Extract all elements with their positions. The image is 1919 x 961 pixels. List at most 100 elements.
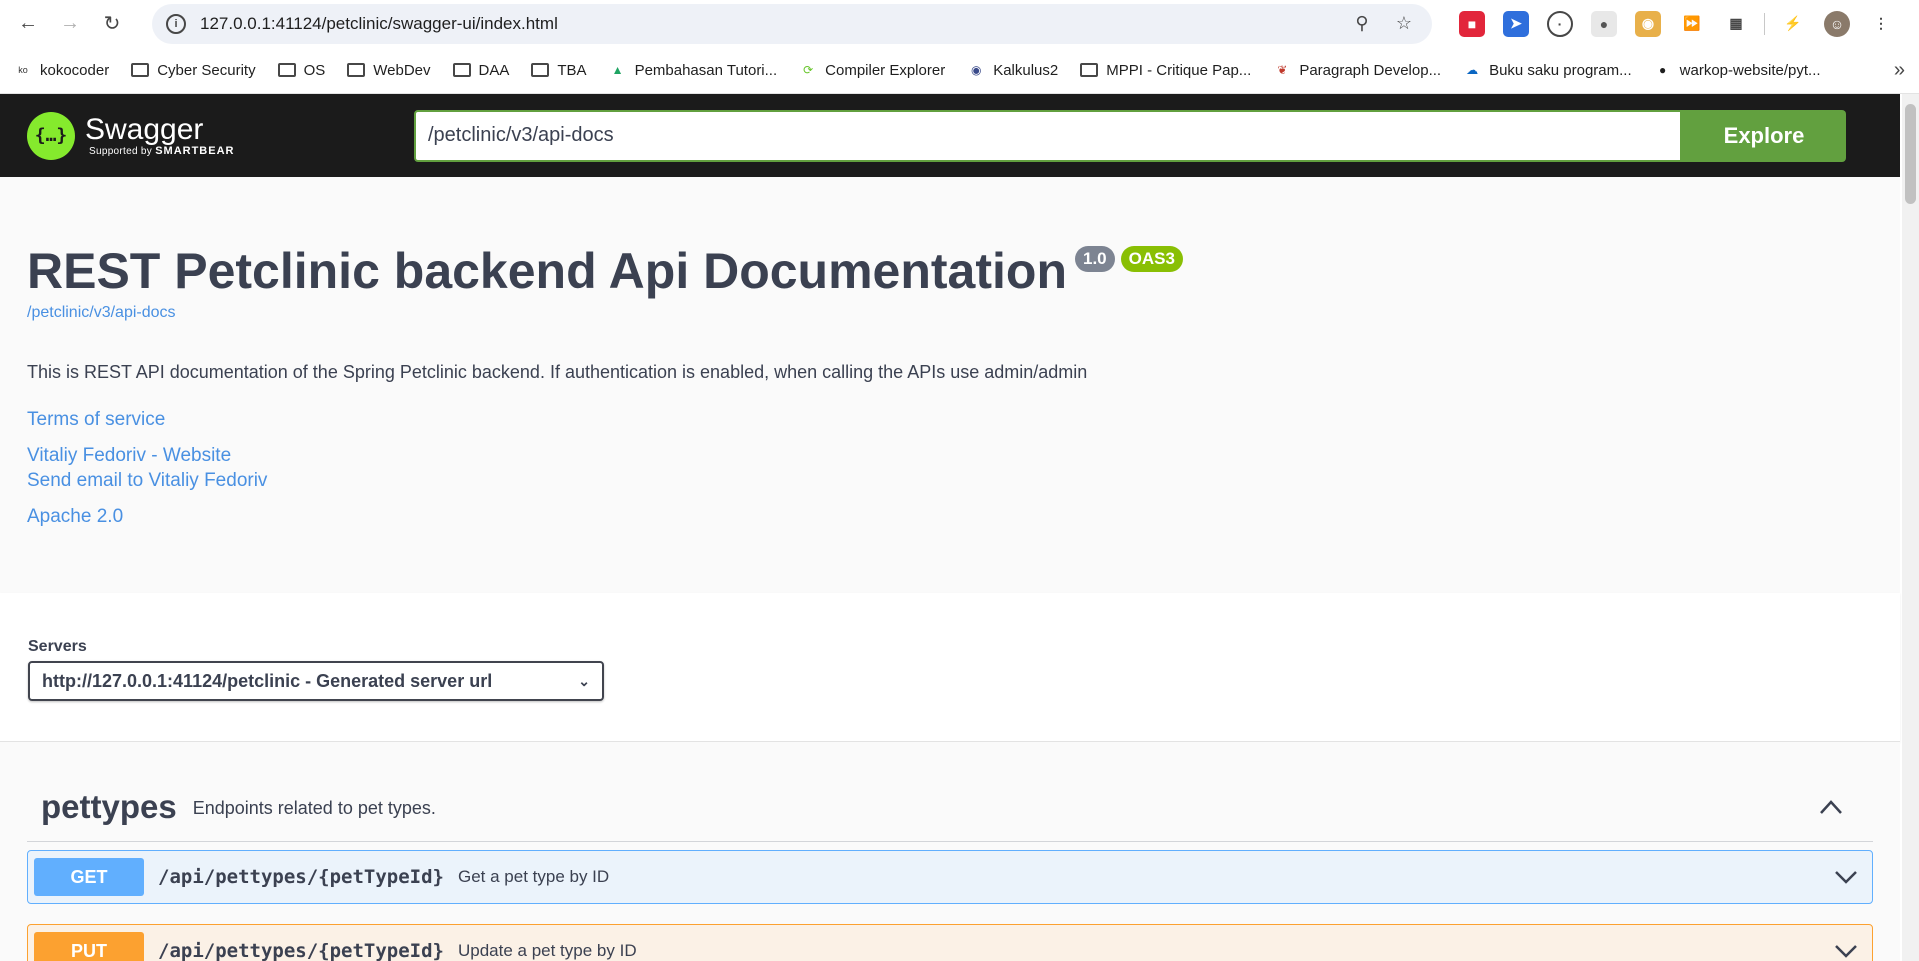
cloud-icon: ☁ bbox=[1466, 63, 1479, 77]
chevron-up-icon[interactable] bbox=[1817, 793, 1845, 821]
swagger-page: {…} Swagger Supported by SMARTBEAR /petc… bbox=[0, 94, 1900, 961]
terms-of-service-link[interactable]: Terms of service bbox=[27, 409, 1873, 431]
explore-form: /petclinic/v3/api-docs Explore bbox=[414, 109, 1846, 162]
star-icon[interactable]: ☆ bbox=[1390, 13, 1418, 34]
folder-icon bbox=[131, 62, 150, 78]
bookmarks-bar: ko kokocoder Cyber Security OS WebDev DAA TBA ▲… bbox=[0, 47, 1919, 94]
opblock-put[interactable]: PUT/api/pettypes/{petTypeId} Update a pet… bbox=[27, 924, 1873, 961]
performance-icon[interactable]: ⚡ bbox=[1780, 10, 1806, 37]
menu-kebab-icon[interactable]: ⋮ bbox=[1868, 10, 1894, 37]
folder-icon bbox=[531, 62, 550, 78]
page-title: REST Petclinic backend Api Documentation bbox=[27, 243, 1067, 299]
api-description: This is REST API documentation of the Sp… bbox=[27, 362, 1088, 382]
bookmark-label: Cyber Security bbox=[157, 61, 256, 79]
bookmark-label: TBA bbox=[557, 61, 587, 79]
bookmark-label: OS bbox=[303, 61, 326, 79]
folder-icon bbox=[1080, 62, 1099, 78]
bookmark-item[interactable]: Cyber Security bbox=[131, 61, 256, 79]
bookmark-item[interactable]: TBA bbox=[531, 61, 587, 79]
more-bookmarks-icon[interactable]: » bbox=[1894, 59, 1905, 82]
servers-select[interactable]: http://127.0.0.1:41124/petclinic - Gener… bbox=[28, 661, 604, 701]
extension-red-icon[interactable]: ■ bbox=[1459, 10, 1485, 37]
address-bar[interactable]: i 127.0.0.1:41124/petclinic/swagger-ui/i… bbox=[152, 3, 1432, 44]
scrollbar-thumb[interactable] bbox=[1905, 104, 1916, 204]
bookmark-label: warkop-website/pyt... bbox=[1679, 61, 1821, 79]
brand-sub-company: SMARTBEAR bbox=[155, 144, 235, 157]
opblock-get[interactable]: GET/api/pettypes/{petTypeId} Get a pet ty… bbox=[27, 850, 1873, 904]
forward-arrow-icon[interactable]: → bbox=[54, 8, 86, 40]
extension-arrow-icon[interactable]: ➤ bbox=[1503, 10, 1529, 37]
servers-section: Servers http://127.0.0.1:41124/petclinic… bbox=[0, 593, 1900, 742]
address-url[interactable]: 127.0.0.1:41124/petclinic/swagger-ui/ind… bbox=[200, 14, 1334, 34]
version-badge: 1.0 bbox=[1075, 246, 1115, 272]
bookmark-label: WebDev bbox=[373, 61, 431, 79]
bookmark-item[interactable]: OS bbox=[277, 61, 326, 79]
extension-doge-icon[interactable]: ◉ bbox=[1635, 10, 1661, 37]
bookmark-label: Pembahasan Tutori... bbox=[634, 61, 778, 79]
brand-sub-prefix: Supported by bbox=[89, 145, 153, 157]
chevron-down-icon: ⌄ bbox=[578, 672, 590, 689]
bookmark-item[interactable]: ko kokocoder bbox=[14, 62, 109, 79]
explore-button[interactable]: Explore bbox=[1682, 109, 1846, 162]
chevron-down-icon[interactable] bbox=[1832, 937, 1860, 961]
bookmark-item[interactable]: ▲ Pembahasan Tutori... bbox=[609, 62, 778, 79]
servers-label: Servers bbox=[28, 638, 87, 655]
site-info-icon[interactable]: i bbox=[166, 13, 186, 34]
swagger-brand: Swagger bbox=[85, 112, 204, 146]
bookmark-item[interactable]: ☁ Buku saku program... bbox=[1463, 62, 1632, 79]
folder-icon bbox=[452, 62, 471, 78]
swagger-logo-icon: {…} bbox=[27, 111, 75, 160]
browser-toolbar: ← → ↻ i 127.0.0.1:41124/petclinic/swagge… bbox=[0, 0, 1919, 47]
back-arrow-icon[interactable]: ← bbox=[12, 8, 44, 40]
chevron-down-icon[interactable] bbox=[1832, 863, 1860, 891]
toolbar-divider bbox=[1764, 12, 1765, 35]
api-docs-link[interactable]: /petclinic/v3/api-docs bbox=[27, 304, 176, 322]
tag-description: Endpoints related to pet types. bbox=[192, 798, 436, 818]
scrollbar[interactable] bbox=[1902, 94, 1919, 961]
contact-website-link[interactable]: Vitaliy Fedoriv - Website bbox=[27, 445, 1873, 467]
explore-url-input[interactable]: /petclinic/v3/api-docs bbox=[414, 109, 1682, 162]
oas-badge: OAS3 bbox=[1120, 246, 1183, 272]
koko-icon: ko bbox=[18, 65, 28, 75]
profile-avatar[interactable]: ☺ bbox=[1824, 10, 1850, 37]
bookmark-label: Buku saku program... bbox=[1489, 61, 1632, 79]
extension-fast-forward-icon[interactable]: ⏩ bbox=[1679, 10, 1705, 37]
bookmark-item[interactable]: ❦ Paragraph Develop... bbox=[1273, 62, 1441, 79]
folder-icon bbox=[347, 62, 366, 78]
servers-selected-value: http://127.0.0.1:41124/petclinic - Gener… bbox=[42, 670, 493, 691]
bookmark-label: Paragraph Develop... bbox=[1299, 61, 1442, 79]
license-link[interactable]: Apache 2.0 bbox=[27, 506, 1873, 528]
globe-icon: ◉ bbox=[970, 63, 982, 77]
drive-icon: ▲ bbox=[611, 63, 624, 77]
operations-section: pettypes Endpoints related to pet types.… bbox=[0, 742, 1900, 961]
title-row: REST Petclinic backend Api Documentation… bbox=[27, 242, 1873, 300]
extension-incognito-icon[interactable]: ● bbox=[1591, 10, 1617, 37]
swagger-logo[interactable]: {…} Swagger Supported by SMARTBEAR bbox=[27, 111, 235, 160]
swagger-logo-text: Swagger Supported by SMARTBEAR bbox=[85, 112, 235, 157]
tag-header-pettypes[interactable]: pettypes Endpoints related to pet types. bbox=[27, 772, 1873, 842]
page-viewport: {…} Swagger Supported by SMARTBEAR /petc… bbox=[0, 94, 1919, 961]
bookmark-item[interactable]: WebDev bbox=[347, 61, 431, 79]
reload-icon[interactable]: ↻ bbox=[96, 8, 128, 40]
bookmark-item[interactable]: DAA bbox=[452, 61, 510, 79]
contact-email-link[interactable]: Send email to Vitaliy Fedoriv bbox=[27, 470, 1873, 492]
extensions-bar: ■ ➤ · ● ◉ ⏩ ▦ ⚡ ☺ ⋮ bbox=[1450, 10, 1903, 37]
zoom-icon[interactable]: ⚲ bbox=[1348, 13, 1376, 34]
bookmark-item[interactable]: ⟳ Compiler Explorer bbox=[799, 62, 945, 79]
extensions-puzzle-icon[interactable]: ▦ bbox=[1723, 10, 1749, 37]
api-info: REST Petclinic backend Api Documentation… bbox=[0, 177, 1900, 593]
github-icon: ● bbox=[1659, 63, 1667, 77]
bookmark-item[interactable]: ● warkop-website/pyt... bbox=[1654, 62, 1821, 79]
operation-path: /api/pettypes/{petTypeId} bbox=[158, 940, 444, 961]
bookmark-label: Kalkulus2 bbox=[993, 61, 1059, 79]
swagger-topbar: {…} Swagger Supported by SMARTBEAR /petc… bbox=[0, 94, 1900, 177]
bookmark-item[interactable]: ◉ Kalkulus2 bbox=[967, 62, 1058, 79]
bookmark-label: DAA bbox=[478, 61, 510, 79]
extension-circle-icon[interactable]: · bbox=[1547, 10, 1573, 37]
compiler-explorer-icon: ⟳ bbox=[803, 63, 814, 77]
http-method-badge: PUT bbox=[34, 932, 144, 961]
bookmark-item[interactable]: MPPI - Critique Pap... bbox=[1080, 62, 1251, 79]
bookmark-label: MPPI - Critique Pap... bbox=[1106, 61, 1252, 79]
http-method-badge: GET bbox=[34, 858, 144, 896]
operation-summary: Get a pet type by ID bbox=[457, 867, 610, 886]
